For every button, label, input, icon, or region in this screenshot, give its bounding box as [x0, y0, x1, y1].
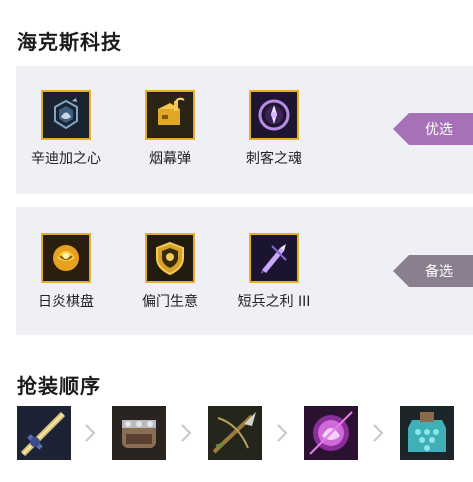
fist-item-icon[interactable]: [112, 406, 166, 460]
augment-name: 短兵之利 III: [237, 294, 311, 310]
augment-name: 刺客之魂: [246, 151, 302, 167]
preferred-tag: 优选: [393, 113, 473, 145]
assassin-soul-icon: [249, 90, 299, 140]
chevron-right-icon: [85, 424, 96, 442]
sword-item-icon[interactable]: [17, 406, 71, 460]
augment-card[interactable]: 短兵之利 III: [224, 233, 324, 311]
build-order-row: [0, 406, 473, 462]
augment-card[interactable]: 刺客之魂: [224, 90, 324, 168]
armor-item-icon[interactable]: [400, 406, 454, 460]
alternate-tag: 备选: [393, 255, 473, 287]
chevron-right-icon: [181, 424, 192, 442]
augment-card[interactable]: 烟幕弹: [120, 90, 220, 168]
hextech-section-title: 海克斯科技: [17, 30, 122, 54]
smoke-bomb-icon: [145, 90, 195, 140]
augment-name: 日炎棋盘: [38, 294, 94, 310]
chevron-right-icon: [373, 424, 384, 442]
chevron-right-icon: [277, 424, 288, 442]
augment-name: 偏门生意: [142, 294, 198, 310]
augment-card[interactable]: 辛迪加之心: [16, 90, 116, 168]
orb-item-icon[interactable]: [304, 406, 358, 460]
short-blade-icon: [249, 233, 299, 283]
augment-name: 辛迪加之心: [31, 151, 101, 167]
augment-card[interactable]: 日炎棋盘: [16, 233, 116, 311]
side-hustle-icon: [145, 233, 195, 283]
augment-card[interactable]: 偏门生意: [120, 233, 220, 311]
spear-item-icon[interactable]: [208, 406, 262, 460]
hextech-primary-panel: 辛迪加之心 烟幕弹 刺客之魂 优选: [16, 66, 473, 194]
build-order-title: 抢装顺序: [17, 374, 101, 398]
hextech-alternate-panel: 日炎棋盘 偏门生意 短兵之利 III 备选: [16, 207, 473, 335]
solar-board-icon: [41, 233, 91, 283]
syndicate-heart-icon: [41, 90, 91, 140]
augment-name: 烟幕弹: [149, 151, 191, 167]
